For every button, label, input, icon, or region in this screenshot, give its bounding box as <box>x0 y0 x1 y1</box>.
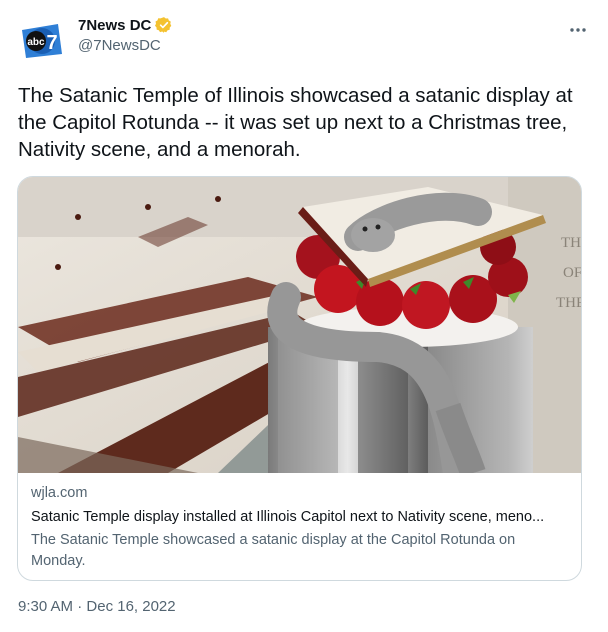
wall-text-1: TH <box>561 235 581 251</box>
card-body: wjla.com Satanic Temple display installe… <box>31 483 571 572</box>
more-horizontal-icon[interactable] <box>566 20 590 40</box>
tweet-time[interactable]: 9:30 AM <box>18 598 73 615</box>
card-description: The Satanic Temple showcased a satanic d… <box>31 532 516 569</box>
tweet-date[interactable]: Dec 16, 2022 <box>86 598 175 615</box>
handle[interactable]: @7NewsDC <box>78 37 173 54</box>
wall-text-2: OF <box>563 265 581 281</box>
card-image[interactable]: TH OF THE <box>18 177 581 473</box>
verified-badge-icon <box>155 16 173 34</box>
svg-text:abc: abc <box>27 37 45 48</box>
author-info: 7News DC @7NewsDC <box>78 16 173 54</box>
tweet-text: The Satanic Temple of Illinois showcased… <box>18 84 573 161</box>
timestamp: 9:30 AM · Dec 16, 2022 <box>18 598 176 615</box>
timestamp-separator: · <box>73 598 87 615</box>
tweet: abc 7 7News DC @7NewsDC The Satanic Temp… <box>0 0 608 632</box>
avatar[interactable]: abc 7 <box>18 14 66 62</box>
card-domain: wjla.com <box>31 485 88 501</box>
link-card[interactable]: TH OF THE <box>17 176 582 581</box>
abc7-logo: abc 7 <box>18 14 66 62</box>
display-name[interactable]: 7News DC <box>78 17 151 34</box>
card-title[interactable]: Satanic Temple display installed at Illi… <box>31 507 571 527</box>
svg-text:7: 7 <box>46 32 57 54</box>
wall-text-3: THE <box>556 295 581 311</box>
tweet-header: abc 7 7News DC @7NewsDC <box>18 14 590 66</box>
